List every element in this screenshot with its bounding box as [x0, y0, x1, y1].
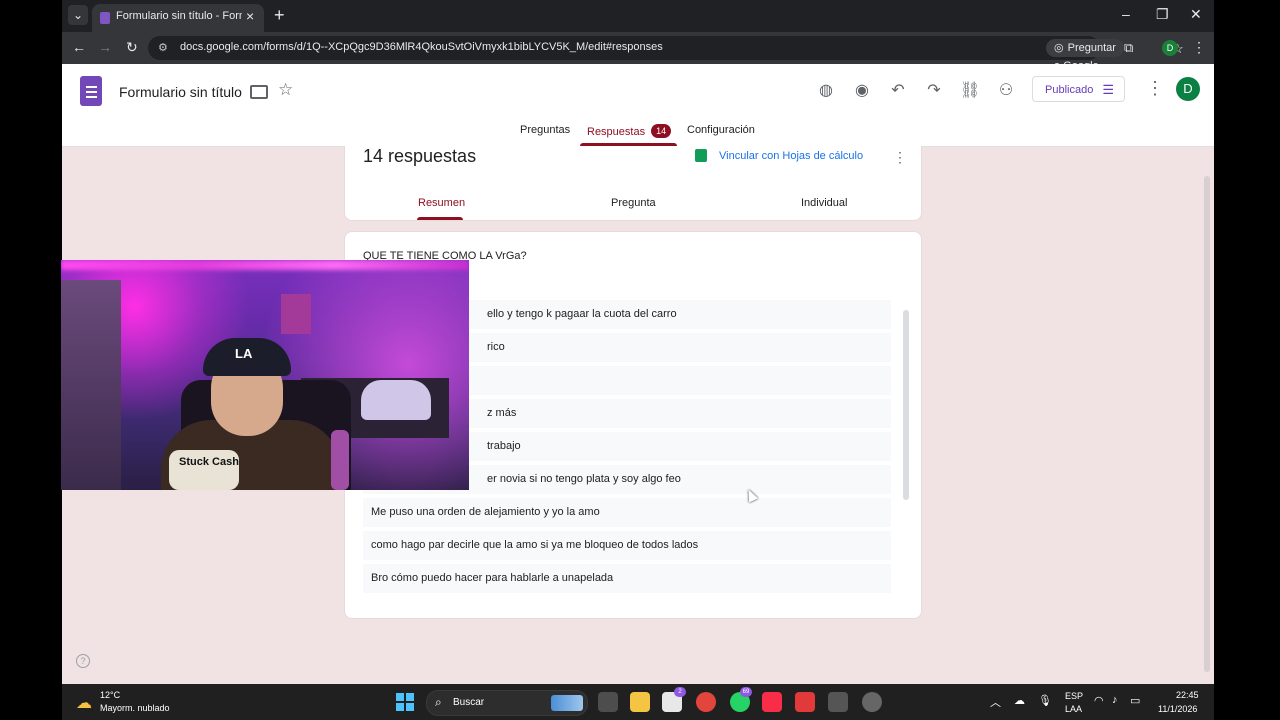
- led-strip: [61, 260, 469, 270]
- search-label: Buscar: [453, 697, 485, 708]
- weather-condition[interactable]: Mayorm. nublado: [100, 703, 170, 713]
- more-options-icon[interactable]: ⋮: [1146, 78, 1164, 99]
- address-bar-row: ← → ↻ ⚙ docs.google.com/forms/d/1Q--XCpQ…: [62, 32, 1214, 72]
- ask-google-button[interactable]: ◎Preguntar a Google: [1046, 39, 1124, 72]
- cap: LA: [203, 338, 291, 376]
- teams-badge: 2: [674, 687, 686, 697]
- tray-chevron-icon[interactable]: ︿: [990, 694, 1001, 710]
- answer-item: Bro cómo puedo hacer para hablarle a una…: [363, 564, 891, 593]
- task-view-icon[interactable]: [598, 692, 618, 712]
- windows-taskbar: ☁ 12°C Mayorm. nublado ⌕ Buscar 2 69 ︿ ☁…: [62, 684, 1214, 720]
- window-close-icon[interactable]: ✕: [1190, 6, 1202, 23]
- wifi-icon[interactable]: ◠: [1094, 694, 1104, 707]
- tab-search-chevron-icon[interactable]: ⌄: [68, 5, 88, 25]
- page-scrollbar[interactable]: [1204, 176, 1210, 672]
- published-button[interactable]: Publicado ☰: [1032, 76, 1125, 102]
- help-icon[interactable]: ?: [76, 654, 90, 668]
- app-icon[interactable]: [828, 692, 848, 712]
- tab-settings[interactable]: Configuración: [687, 124, 755, 136]
- sheets-icon[interactable]: [695, 149, 707, 162]
- tab-bar: ⌄ Formulario sin título - Formular × + –…: [62, 0, 1214, 32]
- answers-scrollbar[interactable]: [903, 310, 909, 500]
- google-forms-logo-icon[interactable]: [80, 76, 102, 106]
- omnibox[interactable]: ⚙ docs.google.com/forms/d/1Q--XCpQgc9D36…: [148, 36, 1184, 72]
- active-subtab-indicator: [417, 217, 463, 220]
- onedrive-icon[interactable]: ☁: [1014, 694, 1025, 707]
- windows-start-icon[interactable]: [396, 693, 414, 711]
- music-icon[interactable]: [762, 692, 782, 712]
- weather-cloud-icon[interactable]: ☁: [76, 693, 92, 713]
- restore-icon[interactable]: ❐: [1156, 6, 1169, 23]
- microphone-icon[interactable]: 🎙: [1038, 694, 1052, 707]
- link-icon[interactable]: ⛓: [960, 80, 980, 100]
- fridge: [61, 280, 121, 490]
- tab-questions[interactable]: Preguntas: [520, 124, 570, 136]
- browser-profile-avatar[interactable]: D: [1162, 40, 1178, 56]
- battery-icon[interactable]: ▭: [1130, 694, 1140, 707]
- language-line2[interactable]: LAA: [1065, 704, 1082, 714]
- cap-logo: LA: [235, 346, 253, 361]
- browser-menu-icon[interactable]: ⋮: [1192, 39, 1206, 56]
- language-line1[interactable]: ESP: [1065, 691, 1083, 701]
- site-info-icon[interactable]: ⚙: [158, 41, 168, 54]
- form-tabs: Preguntas Respuestas 14 Configuración: [62, 120, 1214, 146]
- form-title[interactable]: Formulario sin título: [119, 84, 242, 100]
- account-avatar[interactable]: D: [1176, 77, 1200, 101]
- blanket: [361, 380, 431, 420]
- search-highlight-image: [551, 695, 583, 711]
- forms-favicon-icon: [100, 12, 110, 24]
- answer-item: como hago par decirle que la amo si ya m…: [363, 531, 891, 560]
- subtab-summary[interactable]: Resumen: [418, 197, 465, 209]
- browser-tab[interactable]: Formulario sin título - Formular ×: [92, 4, 264, 32]
- redo-icon[interactable]: ↷: [924, 80, 944, 100]
- forms-header: Formulario sin título ☆ ◍ ◉ ↶ ↷ ⛓ ⚇ Publ…: [62, 64, 1214, 147]
- link-sheets-button[interactable]: Vincular con Hojas de cálculo: [719, 150, 863, 162]
- forward-arrow-icon[interactable]: →: [98, 39, 112, 55]
- preview-eye-icon[interactable]: ◉: [852, 80, 872, 100]
- webcam-overlay: Stuck Cash LA: [61, 260, 469, 490]
- lens-icon: ◎: [1054, 42, 1064, 54]
- subtab-question[interactable]: Pregunta: [611, 197, 656, 209]
- tab-close-icon[interactable]: ×: [246, 8, 254, 24]
- tab-responses-label: Respuestas: [587, 126, 646, 138]
- screen-recorder-icon[interactable]: [795, 692, 815, 712]
- volume-icon[interactable]: ♪: [1112, 694, 1118, 706]
- bottle: [331, 430, 349, 490]
- published-label: Publicado: [1045, 84, 1094, 96]
- responses-summary-card: 14 respuestas Vincular con Hojas de cálc…: [344, 146, 922, 221]
- new-tab-plus-icon[interactable]: +: [274, 5, 285, 25]
- extensions-icon[interactable]: ⧉: [1124, 40, 1133, 56]
- whatsapp-badge: 69: [740, 687, 752, 697]
- clock-date[interactable]: 11/1/2026: [1158, 704, 1197, 714]
- search-icon: ⌕: [435, 695, 442, 709]
- obs-icon[interactable]: [862, 692, 882, 712]
- file-explorer-icon[interactable]: [630, 692, 650, 712]
- publish-settings-icon: ☰: [1102, 82, 1114, 97]
- responses-count: 14 respuestas: [363, 146, 477, 166]
- responses-count-badge: 14: [651, 124, 672, 138]
- taskbar-search[interactable]: ⌕ Buscar: [426, 690, 588, 716]
- palette-icon[interactable]: ◍: [816, 80, 836, 100]
- answer-item: Me puso una orden de alejamiento y yo la…: [363, 498, 891, 527]
- jacket-patch: Stuck Cash: [169, 450, 239, 490]
- responses-more-icon[interactable]: ⋮: [893, 149, 907, 166]
- url-text[interactable]: docs.google.com/forms/d/1Q--XCpQgc9D36Ml…: [180, 41, 663, 53]
- back-arrow-icon[interactable]: ←: [72, 39, 86, 55]
- add-collaborator-icon[interactable]: ⚇: [996, 80, 1016, 100]
- clock-time[interactable]: 22:45: [1176, 690, 1199, 700]
- chrome-icon[interactable]: [696, 692, 716, 712]
- star-form-icon[interactable]: ☆: [278, 80, 293, 100]
- undo-icon[interactable]: ↶: [888, 80, 908, 100]
- temperature[interactable]: 12°C: [100, 690, 120, 700]
- subtab-individual[interactable]: Individual: [801, 197, 847, 209]
- tab-responses[interactable]: Respuestas 14: [587, 124, 672, 138]
- tab-title: Formulario sin título - Formular: [116, 10, 242, 22]
- jacket-patch-text: Stuck Cash: [179, 456, 239, 468]
- minimize-icon[interactable]: –: [1122, 6, 1130, 22]
- move-to-folder-icon[interactable]: [250, 85, 268, 99]
- wall-poster: [281, 294, 311, 334]
- reload-icon[interactable]: ↻: [126, 39, 138, 56]
